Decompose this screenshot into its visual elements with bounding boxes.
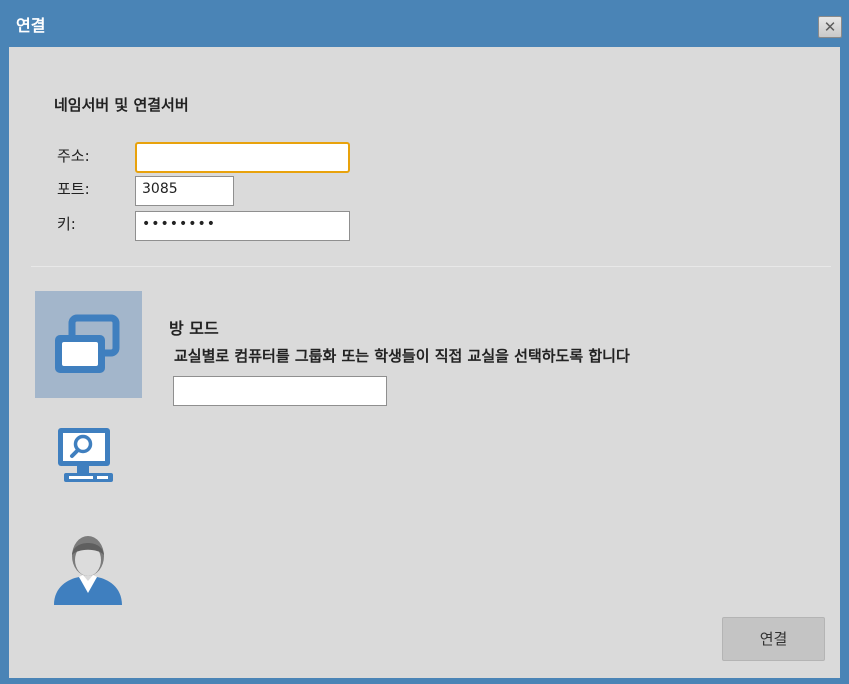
window-title: 연결: [16, 16, 46, 35]
address-label: 주소:: [57, 147, 90, 165]
monitor-search-icon[interactable]: [53, 425, 117, 489]
room-mode-icon[interactable]: [35, 291, 142, 398]
close-icon: ✕: [823, 18, 837, 36]
mode-title: 방 모드: [169, 319, 219, 338]
connect-button[interactable]: 연결: [722, 617, 825, 661]
room-name-input[interactable]: [173, 376, 387, 406]
title-bar: 연결 ✕: [0, 0, 849, 47]
key-input[interactable]: ••••••••: [135, 211, 350, 241]
window-bottom-border: [0, 678, 849, 684]
dialog-content: 네임서버 및 연결서버 주소: 포트: 3085 키: •••••••• 방 모…: [9, 47, 840, 678]
mode-description: 교실별로 컴퓨터를 그룹화 또는 학생들이 직접 교실을 선택하도록 합니다: [174, 347, 630, 365]
key-label: 키:: [57, 215, 76, 233]
divider: [31, 266, 831, 267]
port-input[interactable]: 3085: [135, 176, 234, 206]
port-label: 포트:: [57, 180, 90, 198]
address-input[interactable]: [135, 142, 350, 173]
section-title: 네임서버 및 연결서버: [54, 96, 189, 114]
user-icon[interactable]: [48, 529, 128, 609]
close-button[interactable]: ✕: [818, 16, 842, 38]
